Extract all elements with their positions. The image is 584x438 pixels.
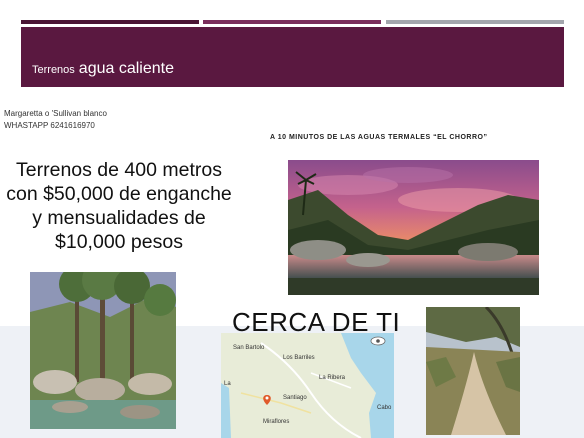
location-map[interactable]: San Bartolo Los Barriles La Ribera Santi…: [221, 333, 394, 438]
page-title: Terrenos agua caliente: [32, 60, 174, 78]
map-label-la-ribera: La Ribera: [319, 375, 346, 381]
palms-oasis-photo: [30, 272, 176, 429]
contact-phone: WHASTAPP 6241616970: [4, 121, 95, 130]
accent-bar-2: [203, 20, 381, 24]
map-label-cabo: Cabo: [377, 405, 392, 411]
offer-line-3: y mensualidades de: [32, 207, 206, 229]
map-label-miraflores: Miraflores: [263, 419, 289, 425]
map-eye-icon[interactable]: [370, 336, 386, 346]
accent-bar-1: [21, 20, 199, 24]
offer-text: Terrenos de 400 metros con $50,000 de en…: [6, 158, 232, 254]
photo-caption: A 10 MINUTOS DE LAS AGUAS TERMALES “EL C…: [270, 134, 488, 141]
title-banner: Terrenos agua caliente: [21, 27, 564, 87]
offer-line-1: Terrenos de 400 metros: [16, 159, 222, 181]
map-label-la: La: [224, 381, 231, 387]
offer-line-2: con $50,000 de enganche: [6, 183, 232, 205]
dirt-trail-photo: [426, 307, 520, 435]
map-label-san-bartolo: San Bartolo: [233, 345, 265, 351]
map-label-los-barriles: Los Barriles: [283, 355, 315, 361]
contact-info: Margaretta o 'Sullivan blanco WHASTAPP 6…: [4, 108, 107, 132]
title-small: Terrenos: [32, 64, 75, 76]
map-label-santiago: Santiago: [283, 395, 307, 401]
offer-line-4: $10,000 pesos: [55, 231, 183, 253]
title-large: agua caliente: [78, 60, 174, 77]
accent-bar-3: [386, 20, 564, 24]
sunset-canyon-photo: [288, 160, 539, 295]
contact-name: Margaretta o 'Sullivan blanco: [4, 109, 107, 118]
